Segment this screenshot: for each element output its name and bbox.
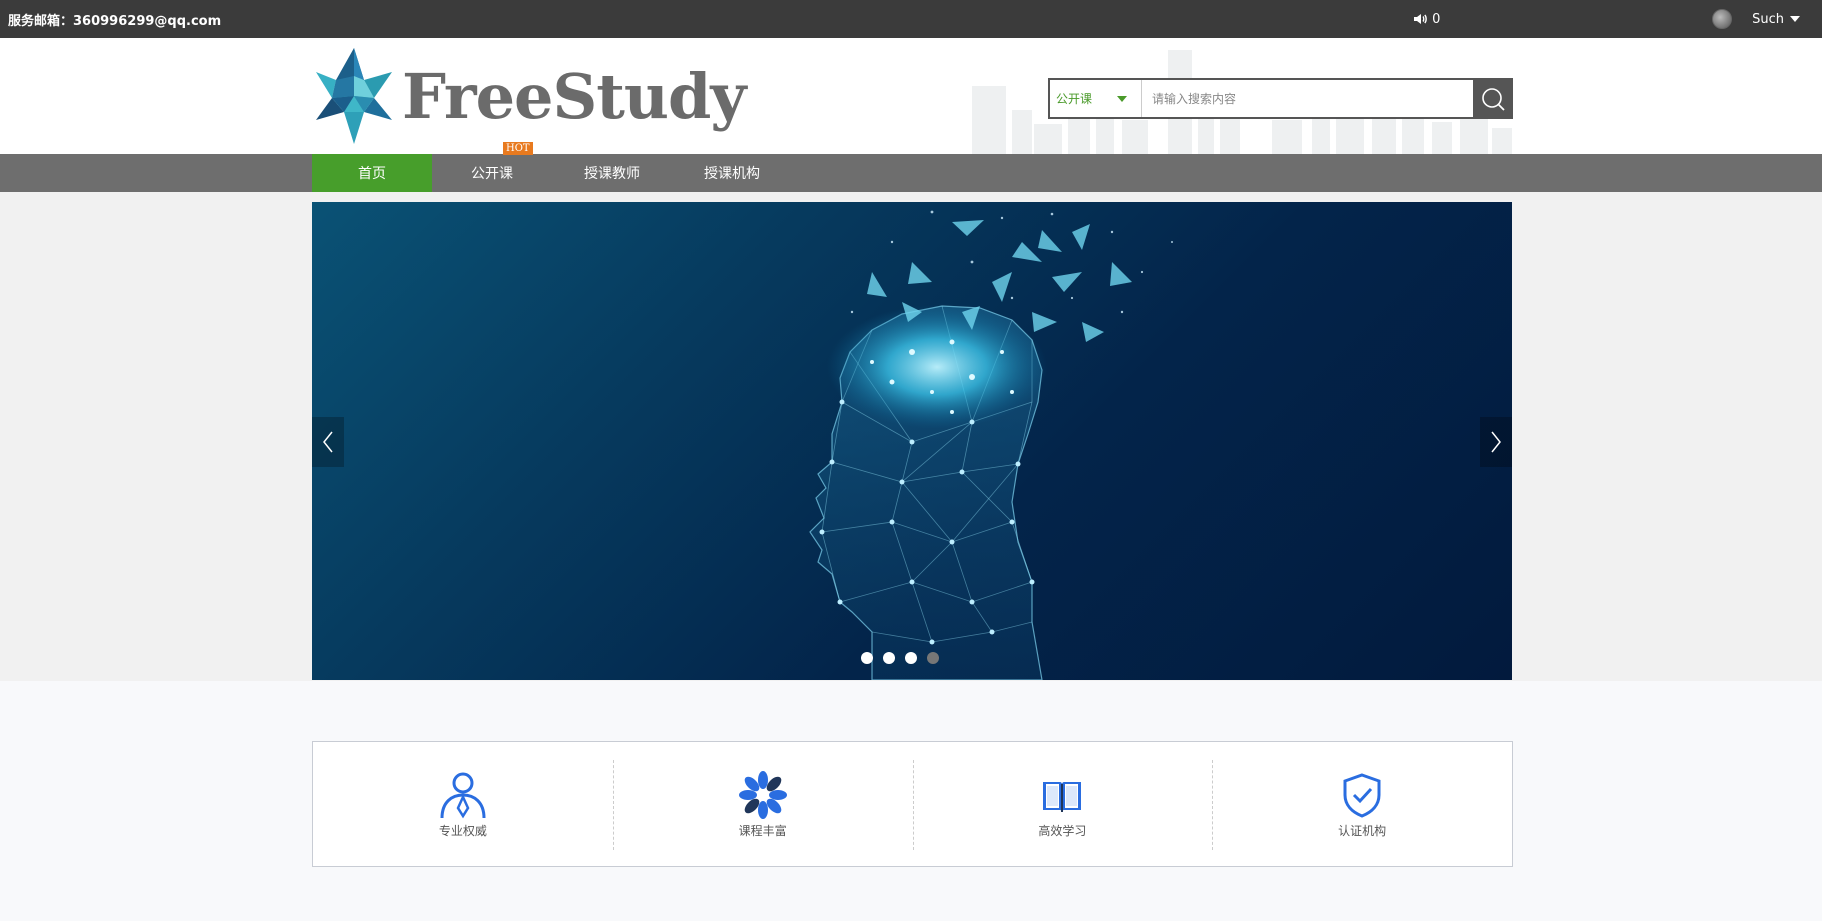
nav-item-open-courses[interactable]: 公开课 bbox=[432, 154, 552, 192]
search-bar: 公开课 bbox=[1048, 78, 1513, 119]
feature-professional: 专业权威 bbox=[313, 742, 613, 866]
nav-item-teachers[interactable]: 授课教师 bbox=[552, 154, 672, 192]
user-menu[interactable]: Such bbox=[1712, 9, 1800, 29]
avatar[interactable] bbox=[1712, 9, 1733, 29]
chevron-left-icon bbox=[323, 431, 333, 453]
feature-label: 认证机构 bbox=[1338, 823, 1387, 838]
search-button[interactable] bbox=[1473, 78, 1513, 119]
banner-image bbox=[809, 210, 1173, 680]
hot-badge: HOT bbox=[503, 142, 533, 155]
logo-text: FreeStudy bbox=[402, 59, 746, 133]
search-category-label: 公开课 bbox=[1056, 92, 1093, 106]
top-bar: 服务邮箱：360996299@qq.com 0 Such bbox=[0, 0, 1822, 38]
book-icon bbox=[1043, 781, 1082, 812]
flower-icon bbox=[738, 770, 787, 819]
notification-indicator[interactable]: 0 bbox=[1412, 0, 1440, 38]
carousel-dots bbox=[861, 652, 939, 664]
feature-label: 课程丰富 bbox=[738, 823, 787, 838]
chevron-right-icon bbox=[1491, 431, 1501, 453]
nav-item-label: 授课教师 bbox=[584, 166, 640, 182]
username[interactable]: Such bbox=[1752, 12, 1784, 27]
carousel-dot-4[interactable] bbox=[927, 652, 939, 664]
speaker-icon bbox=[1414, 14, 1427, 24]
chevron-down-icon[interactable] bbox=[1790, 16, 1800, 22]
carousel-dot-3[interactable] bbox=[905, 652, 917, 664]
carousel-dot-2[interactable] bbox=[883, 652, 895, 664]
carousel-dot-1[interactable] bbox=[861, 652, 873, 664]
main-nav: 首页 公开课 授课教师 授课机构 HOT bbox=[0, 142, 1822, 192]
feature-label: 高效学习 bbox=[1038, 823, 1087, 838]
carousel-next-button[interactable] bbox=[1480, 417, 1512, 467]
nav-item-label: 公开课 bbox=[471, 166, 513, 182]
star-logo-icon bbox=[316, 48, 392, 144]
service-email: 服务邮箱：360996299@qq.com bbox=[8, 13, 222, 29]
shield-check-icon bbox=[1343, 772, 1381, 818]
notification-count: 0 bbox=[1432, 11, 1441, 27]
banner-section bbox=[0, 192, 1822, 681]
nav-item-home[interactable]: 首页 bbox=[312, 154, 432, 192]
feature-label: 专业权威 bbox=[438, 823, 487, 838]
carousel-prev-button[interactable] bbox=[312, 417, 344, 467]
features-panel: 专业权威 课程丰富 高效学习 认证机构 bbox=[312, 741, 1513, 867]
chevron-down-icon bbox=[1117, 96, 1127, 102]
site-logo[interactable]: FreeStudy bbox=[316, 48, 746, 144]
feature-rich-courses: 课程丰富 bbox=[612, 742, 913, 866]
banner-carousel[interactable] bbox=[312, 202, 1512, 680]
nav-item-label: 首页 bbox=[358, 166, 386, 182]
search-icon bbox=[1482, 87, 1505, 111]
nav-item-label: 授课机构 bbox=[704, 166, 760, 182]
search-input[interactable] bbox=[1142, 80, 1473, 117]
top-bar-right: 0 Such bbox=[1414, 0, 1822, 38]
nav-item-institutions[interactable]: 授课机构 bbox=[672, 154, 792, 192]
feature-certified-institutions: 认证机构 bbox=[1212, 742, 1512, 866]
site-header: FreeStudy 公开课 bbox=[0, 38, 1822, 154]
feature-efficient-learning: 高效学习 bbox=[912, 742, 1213, 866]
search-category-select[interactable]: 公开课 bbox=[1050, 80, 1142, 117]
person-tie-icon bbox=[440, 772, 486, 818]
